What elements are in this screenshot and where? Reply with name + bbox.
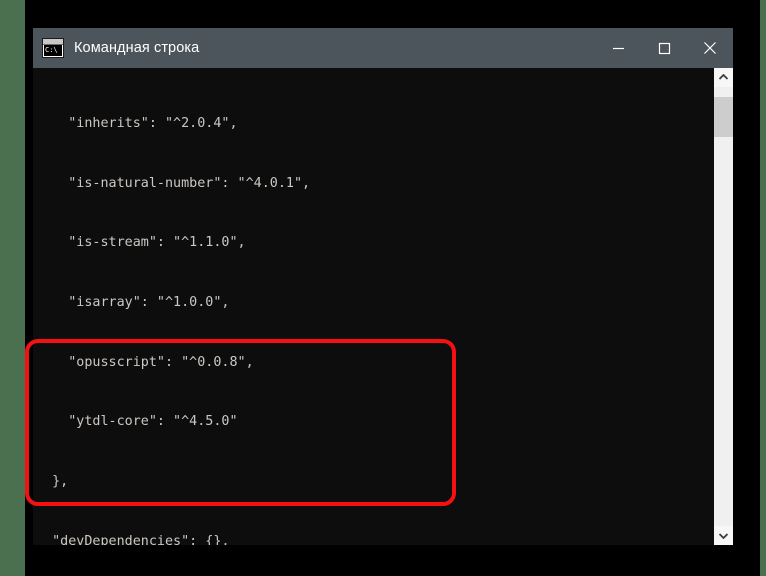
cmd-icon: C:\ — [42, 38, 64, 58]
output-line: "devDependencies": {}, — [36, 533, 230, 545]
maximize-button[interactable] — [641, 28, 687, 68]
output-line: "ytdl-core": "^4.5.0" — [36, 414, 238, 430]
page-backdrop-right — [760, 0, 766, 576]
vertical-scrollbar[interactable] — [714, 68, 733, 545]
command-prompt-window: C:\ Командная строка "inherits": "^2.0.4… — [33, 28, 733, 545]
window-title: Командная строка — [74, 40, 200, 56]
title-bar[interactable]: C:\ Командная строка — [33, 28, 733, 68]
terminal-output[interactable]: "inherits": "^2.0.4", "is-natural-number… — [33, 68, 714, 545]
output-line: "is-natural-number": "^4.0.1", — [36, 175, 311, 191]
scrollbar-track[interactable] — [714, 87, 733, 526]
window-controls — [595, 28, 733, 68]
cmd-icon-screen: C:\ — [44, 45, 62, 56]
page-backdrop-left — [0, 0, 25, 576]
terminal-area: "inherits": "^2.0.4", "is-natural-number… — [33, 68, 733, 545]
output-line: }, — [36, 474, 69, 490]
output-line: "is-stream": "^1.1.0", — [36, 235, 246, 251]
output-line: "inherits": "^2.0.4", — [36, 115, 238, 131]
minimize-button[interactable] — [595, 28, 641, 68]
scroll-down-arrow-icon[interactable] — [714, 526, 733, 545]
scrollbar-thumb[interactable] — [714, 97, 733, 137]
output-line: "isarray": "^1.0.0", — [36, 294, 230, 310]
close-button[interactable] — [687, 28, 733, 68]
scroll-up-arrow-icon[interactable] — [714, 68, 733, 87]
output-line: "opusscript": "^0.0.8", — [36, 354, 254, 370]
